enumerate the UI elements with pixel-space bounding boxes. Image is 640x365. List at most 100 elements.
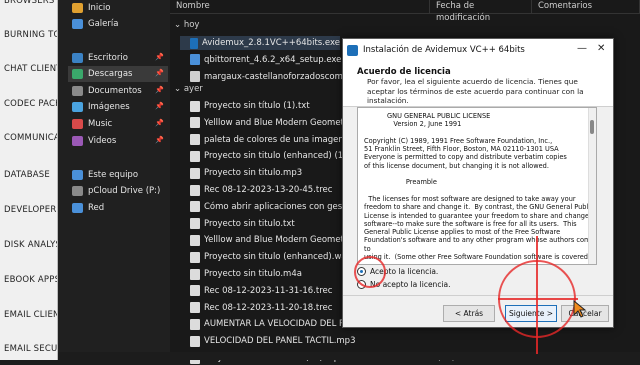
file-icon [190, 268, 200, 280]
pin-icon: 📌 [155, 53, 164, 61]
desktop-icon [72, 53, 83, 63]
pin-icon: 📌 [155, 86, 164, 94]
installer-app-icon [347, 44, 358, 56]
file-row[interactable]: Rec 08-12-2023-13-20-45.trec [190, 183, 332, 197]
file-row[interactable]: Avidemux_2.8.1VC++64bits.exe [180, 36, 340, 50]
group-today[interactable]: ⌄ hoy [174, 20, 199, 30]
background-list-item: BURNING TO [4, 30, 58, 40]
column-comments[interactable]: Comentarios [532, 0, 640, 13]
dialog-title: Instalación de Avidemux VC++ 64bits [363, 45, 525, 55]
file-row[interactable]: Proyecto sin titulo.txt [190, 217, 295, 231]
nav-item-label: Inicio [88, 3, 111, 13]
nav-item-3[interactable]: Descargas [68, 66, 168, 82]
file-row[interactable]: Proyecto sin titulo (enhanced) (1).wa [190, 149, 361, 163]
nav-item-7[interactable]: Videos [72, 133, 116, 149]
dialog-header: Acuerdo de licencia Por favor, lea el si… [343, 61, 613, 107]
file-row[interactable]: Rec 08-12-2023-11-20-18.trec [190, 301, 332, 315]
file-icon [190, 117, 200, 129]
file-name: Proyecto sin titulo.txt [204, 218, 295, 229]
nav-item-label: Galería [88, 19, 119, 29]
column-header: Nombre Fecha de modificación Comentarios [170, 0, 640, 23]
pin-icon: 📌 [155, 136, 164, 144]
background-list-item: DEVELOPER T [4, 205, 57, 215]
file-name: Rec 08-12-2023-13-20-45.trec [204, 185, 333, 195]
drive-icon [72, 186, 83, 196]
file-name: Cómo abrir aplicaciones con gestos c [204, 201, 363, 212]
file-row[interactable]: margaux-castellanoforzadoscomplet [190, 70, 359, 84]
file-row[interactable]: Rec 08-12-2023-11-31-16.trec [190, 284, 332, 298]
file-icon [190, 302, 200, 314]
nav-item-6[interactable]: Music [72, 116, 112, 132]
file-row[interactable]: Yelllow and Blue Modern Geometric [190, 116, 354, 130]
background-list-item: CODEC PACK [4, 99, 58, 109]
pin-icon: 📌 [155, 119, 164, 127]
file-icon [190, 201, 200, 213]
nav-item-5[interactable]: Imágenes [72, 99, 130, 115]
scrollbar-thumb[interactable] [590, 120, 594, 134]
nav-item-9[interactable]: pCloud Drive (P:) [72, 183, 160, 199]
background-list-item: CHAT CLIENT [4, 64, 58, 74]
file-icon [190, 150, 200, 162]
nav-item-8[interactable]: Este equipo [72, 167, 138, 183]
group-yesterday-label: ayer [183, 84, 203, 94]
file-icon [190, 37, 198, 49]
file-name: Proyecto sin titulo.m4a [204, 269, 302, 279]
file-row[interactable]: qbittorrent_4.6.2_x64_setup.exe [190, 53, 341, 67]
file-icon [190, 318, 200, 330]
file-row[interactable]: paleta de colores de una imagen.mp [190, 133, 360, 147]
mouse-pointer-icon [573, 300, 587, 318]
file-name: paleta de colores de una imagen.mp [204, 134, 361, 145]
nav-item-10[interactable]: Red [72, 200, 104, 216]
file-name: Proyecto sin titulo (enhanced) (1).wa [204, 151, 362, 162]
pin-icon: 📌 [155, 69, 164, 77]
nav-item-label: Videos [88, 136, 117, 146]
images-icon [72, 102, 83, 112]
file-row[interactable]: Proyecto sin titulo (enhanced).wav [190, 250, 352, 264]
file-row[interactable]: Proyecto sin titulo.mp3 [190, 166, 302, 180]
download-icon [72, 69, 83, 79]
crosshair-vertical [536, 236, 538, 354]
videos-icon [72, 136, 83, 146]
file-row[interactable]: Yelllow and Blue Modern Geometric [190, 233, 354, 247]
file-row[interactable]: Cómo abrir aplicaciones con gestos c [190, 200, 363, 214]
column-name[interactable]: Nombre [170, 0, 430, 13]
license-textbox[interactable]: GNU GENERAL PUBLIC LICENSE Version 2, Ju… [357, 107, 597, 265]
file-icon [190, 167, 200, 179]
file-row[interactable]: VELOCIDAD DEL PANEL TACTIL.mp3 [190, 334, 355, 348]
file-name: qbittorrent_4.6.2_x64_setup.exe [204, 54, 342, 65]
background-list-item: EMAIL CLIENT [4, 310, 57, 320]
nav-item-label: pCloud Drive (P:) [88, 186, 161, 196]
dialog-titlebar: Instalación de Avidemux VC++ 64bits — ✕ [343, 39, 613, 61]
minimize-icon[interactable]: — [577, 43, 587, 54]
file-row[interactable]: AUMENTAR LA VELOCIDAD DEL PANI [190, 317, 358, 331]
group-yesterday[interactable]: ⌄ ayer [174, 84, 203, 94]
home-icon [72, 3, 83, 13]
nav-item-0[interactable]: Inicio [72, 0, 111, 16]
file-name: Rec 08-12-2023-11-31-16.trec [204, 285, 333, 296]
back-button[interactable]: < Atrás [443, 305, 495, 322]
nav-item-label: Escritorio [88, 53, 128, 63]
file-name: AUMENTAR LA VELOCIDAD DEL PANI [204, 319, 359, 330]
file-icon [190, 335, 200, 347]
file-name: Proyecto sin titulo (enhanced).wav [204, 252, 352, 263]
file-icon [190, 285, 200, 297]
close-icon[interactable]: ✕ [597, 43, 605, 54]
file-icon [190, 184, 200, 196]
nav-item-2[interactable]: Escritorio [72, 50, 128, 66]
background-list-item: DISK ANALYS [4, 240, 58, 250]
file-icon [190, 218, 200, 230]
nav-item-4[interactable]: Documentos [72, 83, 142, 99]
documents-icon [72, 86, 83, 96]
license-scrollbar[interactable] [588, 108, 596, 264]
background-window-list: BROWSERS BURNING TO CHAT CLIENT CODEC PACK C… [0, 0, 58, 360]
file-row[interactable]: Proyecto sin titulo.m4a [190, 267, 302, 281]
nav-item-label: Imágenes [88, 102, 130, 112]
nav-item-1[interactable]: Galería [72, 16, 118, 32]
pin-icon: 📌 [155, 102, 164, 110]
license-text: GNU GENERAL PUBLIC LICENSE Version 2, Ju… [364, 112, 596, 262]
file-row[interactable]: Proyecto sin título (1).txt [190, 99, 310, 113]
group-today-label: hoy [183, 20, 200, 30]
file-icon [190, 54, 200, 66]
nav-item-label: Red [88, 203, 105, 213]
column-date[interactable]: Fecha de modificación [430, 0, 532, 23]
